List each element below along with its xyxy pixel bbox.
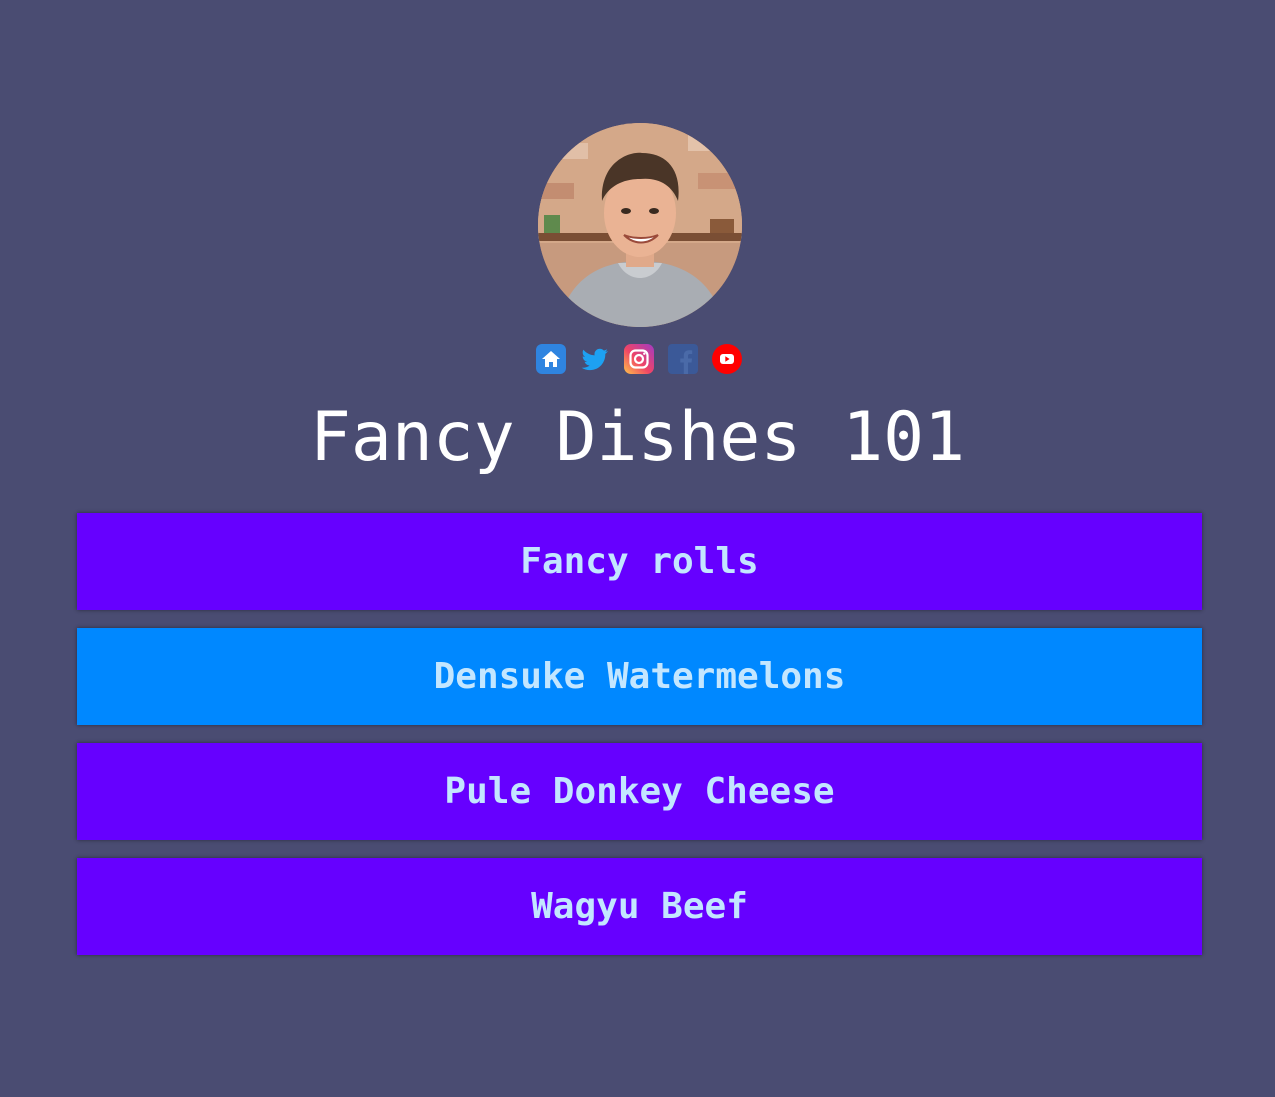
link-button-fancy-rolls[interactable]: Fancy rolls [77,513,1202,610]
link-button-wagyu-beef[interactable]: Wagyu Beef [77,858,1202,955]
home-icon[interactable] [536,344,566,374]
facebook-icon[interactable] [668,344,698,374]
link-button-densuke-watermelons[interactable]: Densuke Watermelons [77,628,1202,725]
avatar-photo [538,123,742,327]
twitter-icon[interactable] [580,344,610,374]
avatar [538,123,742,327]
youtube-icon[interactable] [712,344,742,374]
social-links [536,344,742,374]
link-button-pule-donkey-cheese[interactable]: Pule Donkey Cheese [77,743,1202,840]
link-list: Fancy rolls Densuke Watermelons Pule Don… [77,513,1202,973]
instagram-icon[interactable] [624,344,654,374]
page-title: Fancy Dishes 101 [309,398,966,477]
